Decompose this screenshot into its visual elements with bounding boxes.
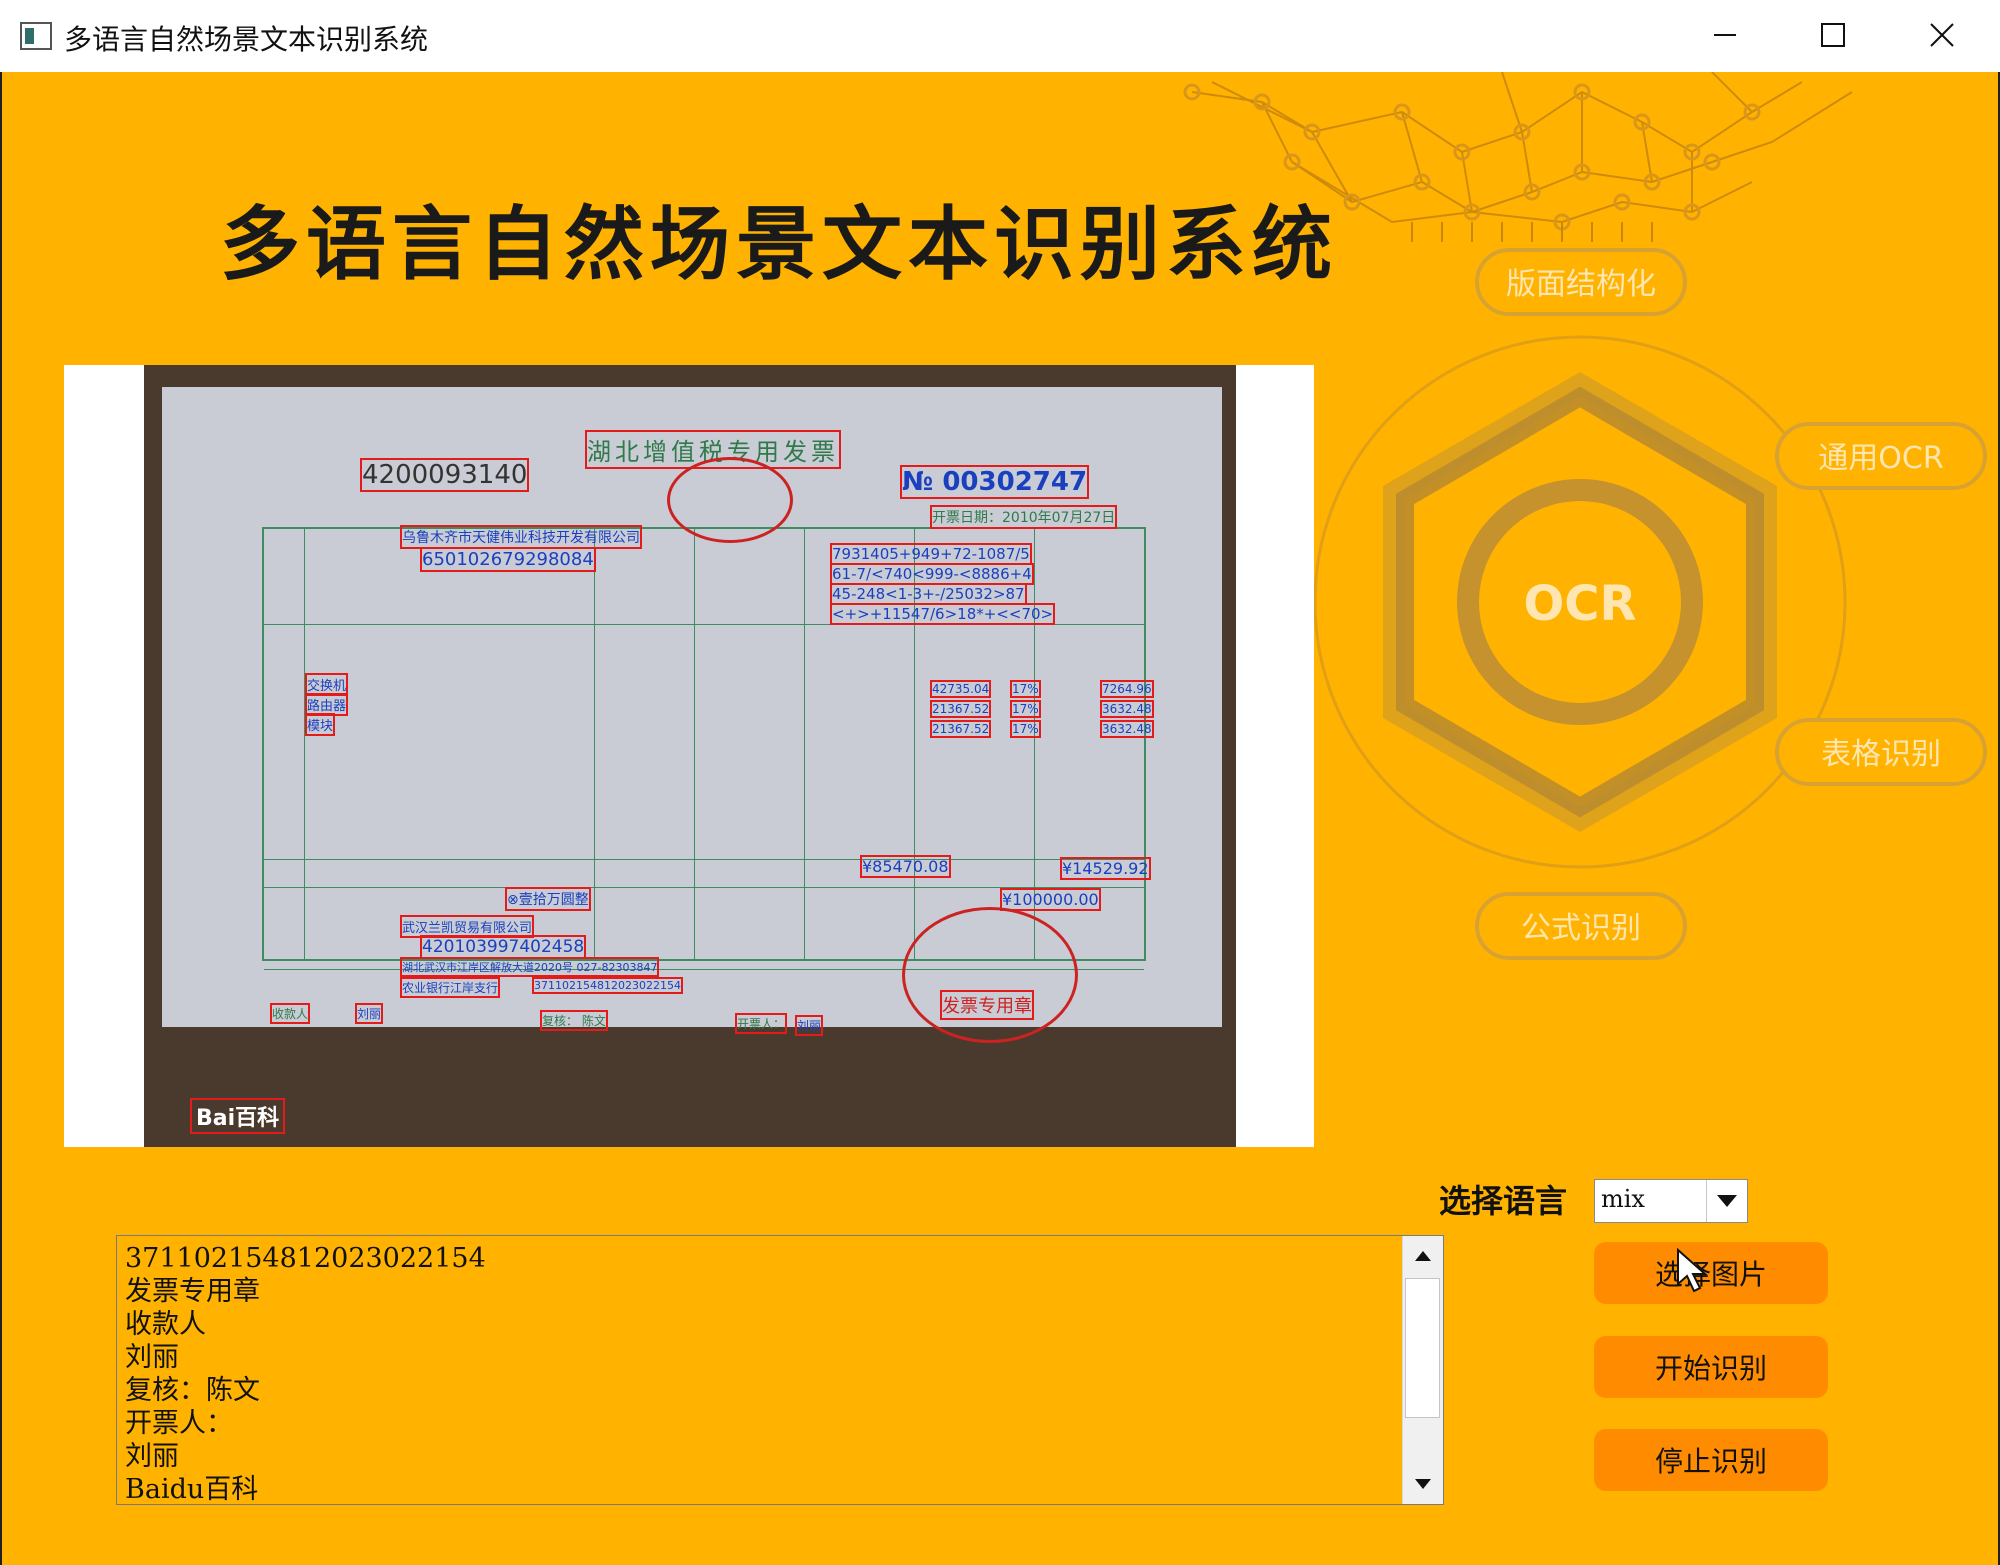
result-textarea[interactable]: 371102154812023022154 发票专用章 收款人 刘丽 复核：陈文…	[116, 1235, 1444, 1505]
language-select-value: mix	[1601, 1185, 1645, 1213]
result-line: 收款人	[125, 1309, 206, 1340]
amount-1: 42735.04	[929, 680, 992, 698]
scroll-up-arrow-icon[interactable]	[1403, 1236, 1443, 1276]
app-icon	[20, 22, 52, 50]
issuer-label: 开票人：	[734, 1013, 788, 1034]
maximize-icon	[1821, 23, 1845, 47]
payee-label: 收款人	[269, 1003, 311, 1024]
buyer-tax-id: 650102679298084	[420, 547, 596, 572]
result-line: 刘丽	[125, 1441, 179, 1472]
cipher-line-1: 7931405+949+72-1087/5	[830, 543, 1032, 565]
language-select[interactable]: mix	[1594, 1179, 1748, 1223]
result-line: Baidu百科	[125, 1474, 259, 1505]
cipher-line-2: 61-7/<740<999-<8886+4	[830, 563, 1034, 585]
goods-3: 模块	[304, 713, 336, 736]
wheel-item-table: 表格识别	[1821, 737, 1941, 772]
select-image-button[interactable]: 选择图片	[1594, 1242, 1828, 1304]
result-line: 371102154812023022154	[125, 1243, 486, 1274]
stop-recognition-button[interactable]: 停止识别	[1594, 1429, 1828, 1491]
baidu-watermark: Bai百科	[189, 1098, 286, 1134]
minimize-icon	[1714, 34, 1736, 36]
total-amount: ¥85470.08	[860, 855, 951, 878]
total-tax: ¥14529.92	[1060, 857, 1151, 880]
tax-1: 7264.96	[1100, 680, 1154, 698]
close-button[interactable]	[1902, 10, 1982, 60]
buyer-name: 乌鲁木齐市天健伟业科技开发有限公司	[400, 525, 642, 549]
wheel-item-formula: 公式识别	[1521, 911, 1641, 946]
issuer-name: 刘丽	[794, 1015, 824, 1036]
minimize-button[interactable]	[1685, 10, 1765, 60]
seller-bank: 农业银行江岸支行	[399, 977, 501, 998]
goods-2: 路由器	[304, 693, 349, 716]
start-recognition-button[interactable]: 开始识别	[1594, 1336, 1828, 1398]
result-text-lines: 371102154812023022154 发票专用章 收款人 刘丽 复核：陈文…	[125, 1242, 1405, 1506]
maximize-button[interactable]	[1793, 10, 1873, 60]
result-line: 发票专用章	[125, 1276, 260, 1307]
invoice-date: 开票日期：2010年07月27日	[929, 505, 1118, 529]
wheel-center-label: OCR	[1524, 576, 1637, 632]
seal-bottom	[902, 907, 1078, 1043]
mouse-cursor-icon	[1677, 1248, 1708, 1293]
seller-account: 3711021548120230221​54	[532, 977, 683, 994]
grand-total-text: ⊗壹拾万圆整	[505, 887, 591, 911]
tax-2: 3632.48	[1100, 700, 1154, 718]
result-line: 刘丽	[125, 1342, 179, 1373]
title-bar: 多语言自然场景文本识别系统	[0, 0, 2000, 73]
scrollbar-thumb[interactable]	[1405, 1278, 1440, 1418]
image-preview: 湖北增值税专用发票 4200093140 № 00302747 开票日期：201…	[64, 365, 1314, 1147]
close-icon	[1930, 23, 1954, 47]
invoice-code: 4200093140	[359, 458, 530, 492]
tax-rate-2: 17%	[1010, 700, 1041, 718]
tax-rate-1: 17%	[1010, 680, 1041, 698]
seller-name: 武汉兰凯贸易有限公司	[399, 915, 535, 938]
language-label: 选择语言	[1439, 1182, 1568, 1220]
window-title: 多语言自然场景文本识别系统	[64, 23, 429, 56]
vertical-scrollbar[interactable]	[1402, 1236, 1443, 1504]
wheel-item-layout: 版面结构化	[1506, 267, 1656, 302]
invoice-paper: 湖北增值税专用发票 4200093140 № 00302747 开票日期：201…	[162, 387, 1222, 1043]
seal-top	[667, 457, 793, 543]
cipher-line-4: <+>+11547/6>18*+<<70>	[829, 603, 1056, 625]
scroll-down-arrow-icon[interactable]	[1403, 1464, 1443, 1504]
seal-text: 发票专用章	[940, 990, 1034, 1020]
payee-name: 刘丽	[354, 1003, 384, 1024]
amount-2: 21367.52	[929, 700, 992, 718]
grand-total: ¥100000.00	[1000, 888, 1101, 911]
tax-rate-3: 17%	[1010, 720, 1041, 738]
result-line: 开票人：	[125, 1408, 233, 1439]
amount-3: 21367.52	[929, 720, 992, 738]
result-line: 复核：陈文	[125, 1375, 260, 1406]
cipher-line-3: 45-248<1-3+-/25032>87	[830, 583, 1027, 605]
seller-tax-id: 420103997402458	[419, 935, 587, 959]
tax-3: 3632.48	[1100, 720, 1154, 738]
chevron-down-icon[interactable]	[1706, 1180, 1747, 1222]
seller-address: 湖北武汉市江岸区解放大道2020号 027-82303847	[399, 957, 660, 977]
invoice-number: № 00302747	[899, 465, 1090, 499]
invoice-photo: 湖北增值税专用发票 4200093140 № 00302747 开票日期：201…	[144, 365, 1236, 1147]
goods-1: 交换机	[304, 673, 349, 696]
wheel-item-general-ocr: 通用OCR	[1818, 441, 1943, 476]
main-window: 多语言自然场景文本识别系统 OCR 版面结构化 通用OCR 表格识别 公式识别 …	[0, 72, 2000, 1565]
reviewer: 复核： 陈文	[540, 1010, 608, 1031]
